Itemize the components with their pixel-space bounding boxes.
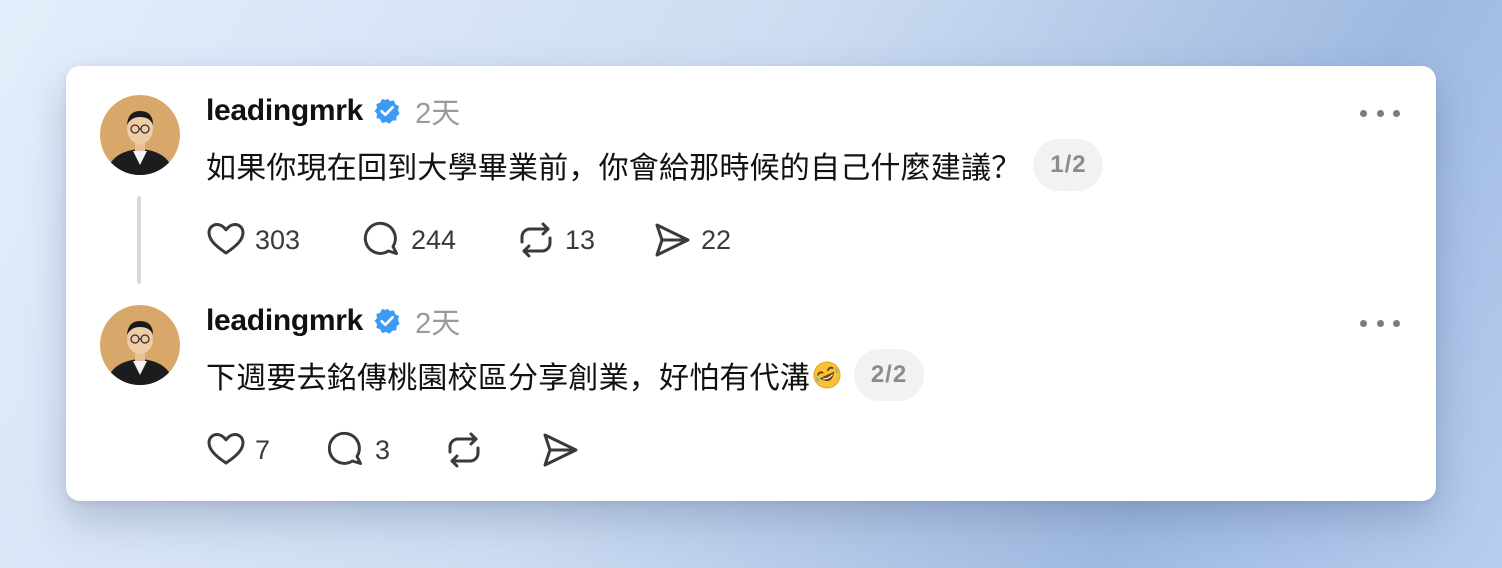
post-actions: 7 3 (206, 430, 580, 470)
repost-icon (444, 430, 484, 470)
post-body: 如果你現在回到大學畢業前，你會給那時候的自己什麼建議？ 1/2 (206, 139, 1104, 191)
comment-icon (362, 220, 402, 260)
comment-icon (326, 430, 366, 470)
avatar-photo (100, 305, 180, 385)
post-2: leadingmrk 2天 下週要去銘傳桃園校區分享創業，好怕有代溝 2/2 7… (66, 276, 1436, 501)
reply-button[interactable]: 244 (362, 220, 516, 260)
repost-button[interactable] (444, 430, 540, 470)
heart-icon (206, 220, 246, 260)
post-time: 2天 (415, 98, 461, 130)
reply-count: 244 (411, 224, 457, 255)
username[interactable]: leadingmrk (206, 94, 363, 128)
post-header: leadingmrk 2天 (206, 91, 460, 131)
post-time: 2天 (415, 308, 461, 340)
reply-count: 3 (375, 434, 391, 465)
post-body: 下週要去銘傳桃園校區分享創業，好怕有代溝 2/2 (206, 349, 924, 401)
share-button[interactable]: 22 (652, 220, 731, 260)
post-actions: 303 244 13 22 (206, 220, 731, 260)
repost-button[interactable]: 13 (516, 220, 652, 260)
repost-count: 13 (565, 224, 596, 255)
avatar[interactable] (100, 95, 180, 175)
send-icon (540, 430, 580, 470)
like-button[interactable]: 303 (206, 220, 362, 260)
verified-badge-icon (373, 97, 401, 125)
like-count: 303 (255, 224, 301, 255)
rolling-laughing-emoji-icon (812, 360, 842, 390)
post-1: leadingmrk 2天 如果你現在回到大學畢業前，你會給那時候的自己什麼建議… (66, 66, 1436, 284)
verified-badge-icon (373, 307, 401, 335)
post-text: 下週要去銘傳桃園校區分享創業，好怕有代溝 (206, 362, 810, 395)
thread-counter-badge: 1/2 (1033, 139, 1104, 191)
more-options-icon[interactable] (1360, 106, 1400, 120)
avatar[interactable] (100, 305, 180, 385)
thread-card: leadingmrk 2天 如果你現在回到大學畢業前，你會給那時候的自己什麼建議… (66, 66, 1436, 501)
post-header: leadingmrk 2天 (206, 301, 460, 341)
heart-icon (206, 430, 246, 470)
like-button[interactable]: 7 (206, 430, 326, 470)
avatar-photo (100, 95, 180, 175)
username[interactable]: leadingmrk (206, 304, 363, 338)
repost-icon (516, 220, 556, 260)
send-icon (652, 220, 692, 260)
thread-counter-badge: 2/2 (854, 349, 924, 401)
share-count: 22 (701, 224, 732, 255)
reply-button[interactable]: 3 (326, 430, 444, 470)
like-count: 7 (255, 434, 271, 465)
post-text: 如果你現在回到大學畢業前，你會給那時候的自己什麼建議？ (206, 152, 1022, 185)
more-options-icon[interactable] (1360, 316, 1400, 330)
thread-connector-line (137, 196, 141, 284)
share-button[interactable] (540, 430, 580, 470)
